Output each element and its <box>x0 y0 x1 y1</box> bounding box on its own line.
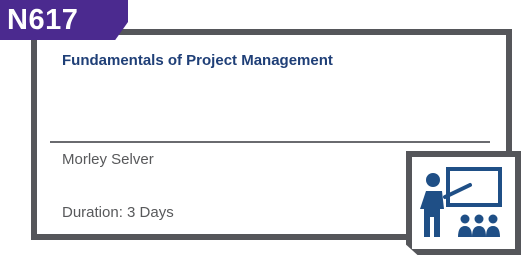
course-duration: Duration: 3 Days <box>62 204 174 221</box>
instructor-name: Morley Selver <box>62 151 154 168</box>
classroom-presentation-icon <box>406 151 521 255</box>
divider <box>50 141 490 143</box>
course-code: N617 <box>7 4 79 36</box>
course-title[interactable]: Fundamentals of Project Management <box>62 52 333 69</box>
course-code-tab: N617 <box>0 0 128 40</box>
